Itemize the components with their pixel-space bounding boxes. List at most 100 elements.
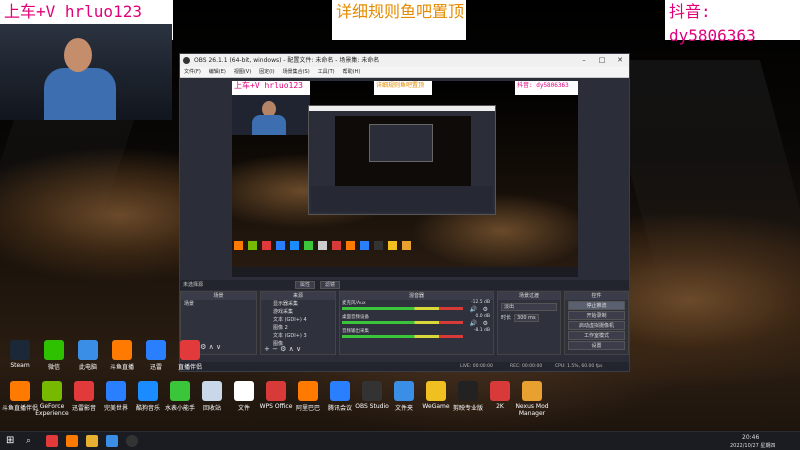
volume-meter [342, 307, 463, 310]
mixer-channel-db: -8.1 dB [473, 328, 490, 333]
app-icon [490, 381, 510, 401]
app-icon [426, 381, 446, 401]
light-beam [600, 60, 800, 300]
folder-icon[interactable] [86, 435, 98, 447]
windows-start-icon[interactable]: ⊞ [6, 435, 18, 447]
transitions-dock-title: 场景过渡 [498, 292, 560, 300]
taskbar-app-icon[interactable] [46, 435, 58, 447]
search-icon[interactable]: ⌕ [26, 435, 38, 447]
menu-scene-collection[interactable]: 场景集合(S) [283, 67, 310, 77]
mixer-channel-db: 0.0 dB [475, 314, 490, 319]
menu-dock[interactable]: 固定(I) [259, 67, 274, 77]
start-recording-button[interactable]: 开始录制 [568, 311, 625, 320]
obs-title-bar[interactable]: OBS 26.1.1 (64-bit, windows) - 配置文件: 未命名… [180, 54, 629, 67]
menu-view[interactable]: 视图(V) [234, 67, 251, 77]
obs-preview[interactable]: 上车+V hrluo123 详细规则鱼吧置顶 抖音: dy5806363 [232, 81, 578, 277]
app-icon [298, 381, 318, 401]
app-icon [362, 381, 382, 401]
menu-edit[interactable]: 编辑(E) [209, 67, 226, 77]
speaker-icon[interactable]: 🔊 [470, 320, 477, 327]
desktop-icon[interactable]: 直播伴侣 [170, 340, 210, 371]
studio-mode-button[interactable]: 工作室模式 [568, 331, 625, 340]
taskbar-app-icon[interactable] [66, 435, 78, 447]
menu-help[interactable]: 帮助(H) [343, 67, 361, 77]
sources-dock: 来源 显示器采集 游戏采集 文本 (GDI+) 4 图像 2 文本 (GDI+)… [260, 291, 336, 355]
preview-webcam [232, 95, 310, 135]
rec-status: REC: 00:00:00 [510, 364, 543, 369]
app-icon [180, 340, 200, 360]
live-status: LIVE: 00:00:00 [460, 364, 493, 369]
taskbar: ⊞ ⌕ 20:46 2022/10/27 星期四 [0, 431, 800, 450]
obs-menu-bar: 文件(F) 编辑(E) 视图(V) 固定(I) 场景集合(S) 工具(T) 帮助… [180, 67, 629, 78]
source-item[interactable]: 显示器采集 [261, 300, 335, 308]
clock-date: 2022/10/27 星期四 [730, 443, 776, 449]
app-icon [112, 340, 132, 360]
properties-button[interactable]: 属性 [295, 281, 316, 289]
mixer-channel-name: 桌面音频设备 [342, 315, 369, 320]
obs-window[interactable]: OBS 26.1.1 (64-bit, windows) - 配置文件: 未命名… [179, 53, 630, 372]
context-bar-text: 未选择源 [183, 282, 204, 288]
sources-dock-title: 来源 [261, 292, 335, 300]
obs-taskbar-icon[interactable] [126, 435, 138, 447]
app-icon [266, 381, 286, 401]
mixer-channel-name: 音频输出采集 [342, 329, 369, 334]
desktop-icon-label: 直播伴侣 [177, 364, 202, 371]
gear-icon[interactable]: ⚙ [483, 306, 488, 313]
taskbar-app-icon[interactable] [106, 435, 118, 447]
menu-file[interactable]: 文件(F) [184, 67, 201, 77]
mixer-dock-title: 混音器 [340, 292, 493, 300]
obs-title-text: OBS 26.1.1 (64-bit, windows) - 配置文件: 未命名… [194, 57, 380, 64]
app-icon [10, 381, 30, 401]
app-icon [522, 381, 542, 401]
gear-icon[interactable]: ⚙ [483, 320, 488, 327]
close-icon[interactable]: ✕ [611, 54, 629, 67]
source-toolbar[interactable]: + − ⚙ ∧ ∨ [264, 345, 301, 353]
mixer-dock: 混音器 麦克风/Aux -12.5 dB 🔊 ⚙ 桌面音频设备 0.0 dB 🔊… [339, 291, 494, 355]
speaker-icon[interactable]: 🔊 [470, 306, 477, 313]
volume-meter [342, 321, 463, 324]
filters-button[interactable]: 滤镜 [320, 281, 341, 289]
stop-streaming-button[interactable]: 停止推流 [568, 301, 625, 310]
transitions-dock: 场景过渡 淡出 时长 300 ms [497, 291, 561, 355]
desktop: 上车+V hrluo123 详细规则鱼吧置顶 抖音: dy5806363 OBS… [0, 0, 800, 450]
source-item[interactable]: 图像 2 [261, 324, 335, 332]
mixer-channel: 音频输出采集 -8.1 dB [340, 328, 493, 342]
virtual-camera-button[interactable]: 启动虚拟摄像机 [568, 321, 625, 330]
obs-logo-icon [183, 57, 190, 64]
scene-item[interactable]: 场景 [181, 300, 256, 308]
desktop-icon[interactable]: Nexus Mod Manager [512, 381, 552, 417]
app-icon [170, 381, 190, 401]
mixer-channel-db: -12.5 dB [470, 300, 490, 305]
volume-meter [342, 335, 463, 338]
clock-time: 20:46 [742, 434, 760, 441]
person-body [44, 68, 116, 120]
mixer-channel: 桌面音频设备 0.0 dB 🔊 ⚙ [340, 314, 493, 328]
app-icon [10, 340, 30, 360]
app-icon [78, 340, 98, 360]
mixer-channel: 麦克风/Aux -12.5 dB 🔊 ⚙ [340, 300, 493, 314]
overlay-rules-text: 详细规则鱼吧置顶 [332, 0, 466, 40]
menu-tools[interactable]: 工具(T) [318, 67, 335, 77]
duration-input[interactable]: 300 ms [514, 314, 539, 322]
preview-rules-text: 详细规则鱼吧置顶 [374, 81, 432, 95]
duration-label: 时长 [501, 315, 512, 321]
settings-button[interactable]: 设置 [568, 341, 625, 350]
app-icon [138, 381, 158, 401]
app-icon [234, 381, 254, 401]
minimize-icon[interactable]: – [575, 54, 593, 67]
maximize-icon[interactable]: □ [593, 54, 611, 67]
preview-taskbar [232, 267, 578, 277]
source-item[interactable]: 游戏采集 [261, 308, 335, 316]
context-bar: 未选择源 属性 滤镜 [180, 280, 629, 290]
person-head [64, 38, 92, 72]
app-icon [42, 381, 62, 401]
app-icon [458, 381, 478, 401]
source-item[interactable]: 文本 (GDI+) 4 [261, 316, 335, 324]
obs-status-bar: LIVE: 00:00:00 REC: 00:00:00 CPU: 1.5%, … [180, 362, 629, 371]
source-item[interactable]: 文本 (GDI+) 3 [261, 332, 335, 340]
preview-nested-obs [308, 105, 496, 215]
transition-select[interactable]: 淡出 [501, 303, 557, 311]
controls-dock-title: 控件 [565, 292, 628, 300]
app-icon [106, 381, 126, 401]
scenes-dock-title: 场景 [181, 292, 256, 300]
